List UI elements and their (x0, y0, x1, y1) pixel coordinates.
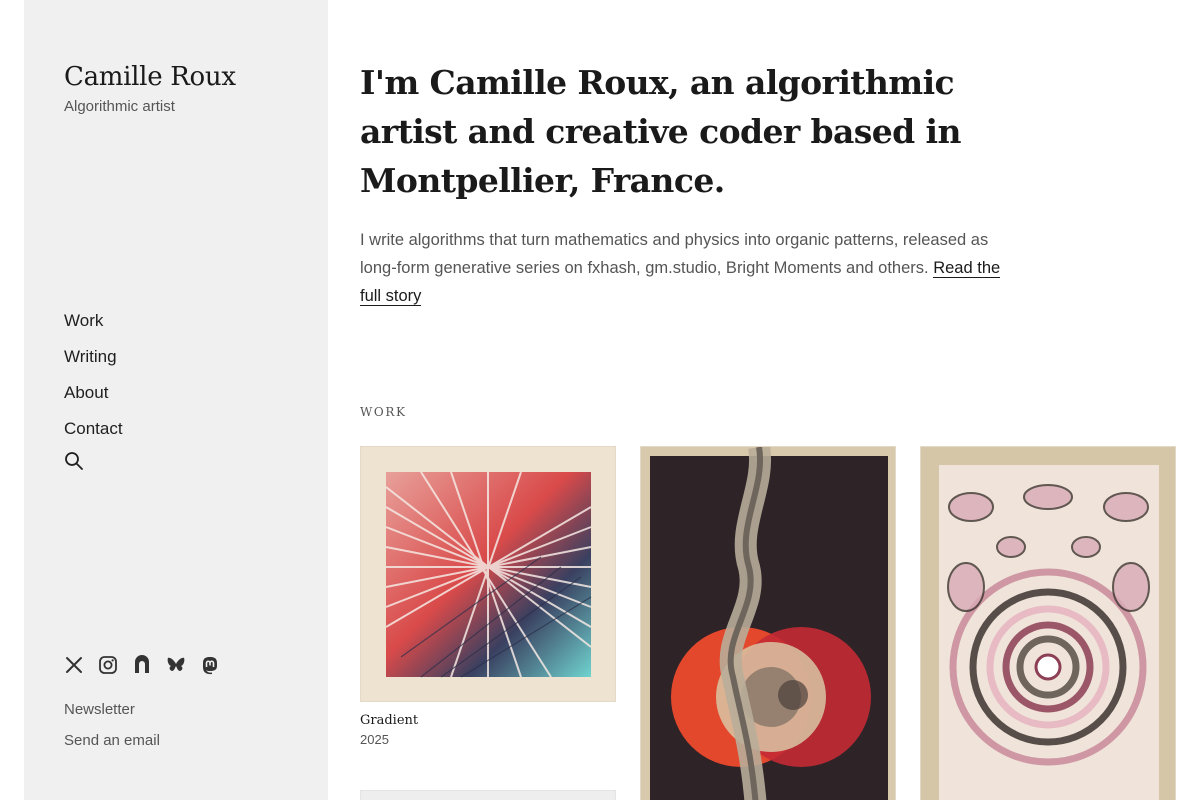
email-link[interactable]: Send an email (64, 732, 160, 749)
intro-text: I write algorithms that turn mathematics… (360, 231, 989, 277)
sidebar: Camille Roux Algorithmic artist Work Wri… (24, 0, 328, 800)
hero-heading: I'm Camille Roux, an algorithmic artist … (360, 63, 961, 200)
bluesky-icon[interactable] (166, 655, 186, 675)
nav-item-writing[interactable]: Writing (64, 346, 123, 382)
artwork-image-gradient (385, 471, 592, 678)
instagram-icon[interactable] (98, 655, 118, 675)
intro-paragraph: I write algorithms that turn mathematics… (360, 226, 1020, 310)
nav-item-work[interactable]: Work (64, 310, 123, 346)
nav-item-about[interactable]: About (64, 382, 123, 418)
artwork-card[interactable] (920, 446, 1176, 800)
artwork-year: 2025 (360, 732, 389, 747)
work-section-label: WORK (360, 405, 407, 419)
artwork-card[interactable] (640, 446, 896, 800)
artwork-card-gradient[interactable] (360, 446, 616, 702)
artwork-image (650, 447, 888, 800)
main-nav: Work Writing About Contact (64, 310, 123, 454)
artwork-image (939, 465, 1159, 800)
site-title[interactable]: Camille Roux (64, 62, 236, 92)
artwork-card[interactable] (360, 790, 616, 800)
artwork-title[interactable]: Gradient (360, 713, 418, 728)
site-subtitle: Algorithmic artist (64, 98, 175, 115)
mastodon-icon[interactable] (200, 655, 220, 675)
x-icon[interactable] (64, 655, 84, 675)
nav-item-contact[interactable]: Contact (64, 418, 123, 454)
search-icon[interactable] (64, 451, 84, 471)
social-links (64, 655, 220, 675)
objkt-icon[interactable] (132, 655, 152, 675)
newsletter-link[interactable]: Newsletter (64, 701, 135, 718)
